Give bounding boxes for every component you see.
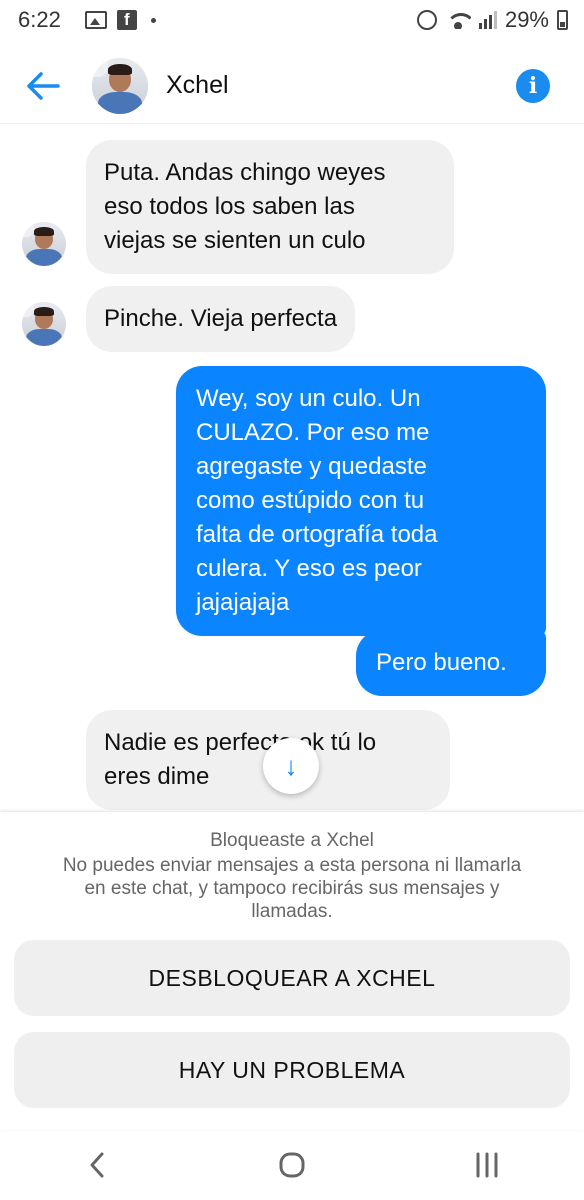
status-time: 6:22 (18, 7, 61, 32)
info-icon: i (528, 72, 538, 99)
message-line: culera. Y eso es peor (196, 555, 422, 582)
sender-avatar[interactable] (22, 222, 66, 266)
battery-percent: 29% (504, 7, 549, 32)
back-button[interactable] (16, 59, 70, 113)
nav-recents-button[interactable] (457, 1140, 517, 1190)
message-bubble-outgoing[interactable]: Pero bueno. (356, 630, 546, 696)
message-line: jajajajaja (196, 589, 290, 616)
facebook-icon: f (116, 10, 137, 30)
report-problem-button[interactable]: HAY UN PROBLEMA (14, 1032, 570, 1108)
dot-icon (150, 17, 156, 23)
message-line: Wey, soy un culo. Un (196, 385, 421, 412)
arrow-down-icon: ↓ (284, 750, 298, 781)
message-line: viejas se sienten un culo (104, 227, 366, 254)
home-icon (279, 1152, 305, 1178)
system-nav-bar (0, 1130, 584, 1200)
message-bubble-outgoing[interactable]: Wey, soy un culo. Un CULAZO. Por eso me … (176, 366, 546, 636)
status-left: 6:22 f (18, 7, 156, 33)
nav-back-button[interactable] (67, 1140, 127, 1190)
message-line: agregaste y quedaste (196, 453, 427, 480)
chevron-left-icon (90, 1152, 104, 1178)
contact-name[interactable]: Xchel (166, 71, 229, 100)
conversation-header: Xchel i (0, 48, 584, 124)
message-line: como estúpido con tu (196, 487, 425, 514)
blocked-panel: Bloqueaste a Xchel No puedes enviar mens… (0, 812, 584, 1130)
contact-avatar[interactable] (92, 57, 148, 114)
blocked-description: No puedes enviar mensajes a esta persona… (62, 855, 522, 922)
signal-icon (478, 11, 497, 29)
message-bubble-incoming[interactable]: Pinche. Vieja perfecta (86, 286, 356, 352)
image-icon (84, 11, 107, 29)
message-line: Pinche. Vieja perfecta (104, 305, 338, 332)
sender-avatar[interactable] (22, 302, 66, 346)
message-list[interactable]: Puta. Andas chingo weyes eso todos los s… (0, 126, 584, 812)
arrow-left-icon (27, 71, 60, 100)
message-line: falta de ortografía toda (196, 521, 438, 548)
info-button[interactable]: i (516, 68, 550, 103)
wifi-icon (445, 11, 471, 29)
status-right: 29% (416, 7, 568, 33)
message-line: CULAZO. Por eso me (196, 419, 430, 446)
alarm-icon (416, 10, 437, 30)
unblock-button[interactable]: DESBLOQUEAR A XCHEL (14, 940, 570, 1016)
status-bar: 6:22 f 29% (0, 0, 584, 40)
nav-home-button[interactable] (262, 1140, 322, 1190)
message-line: Pero bueno. (376, 649, 507, 676)
message-line: Puta. Andas chingo weyes (104, 159, 386, 186)
battery-icon (557, 10, 568, 30)
blocked-title: Bloqueaste a Xchel (210, 830, 374, 851)
message-line: eso todos los saben las (104, 193, 355, 220)
message-bubble-incoming[interactable]: Puta. Andas chingo weyes eso todos los s… (86, 140, 454, 274)
scroll-to-bottom-button[interactable]: ↓ (263, 738, 319, 794)
recents-icon (476, 1152, 498, 1178)
